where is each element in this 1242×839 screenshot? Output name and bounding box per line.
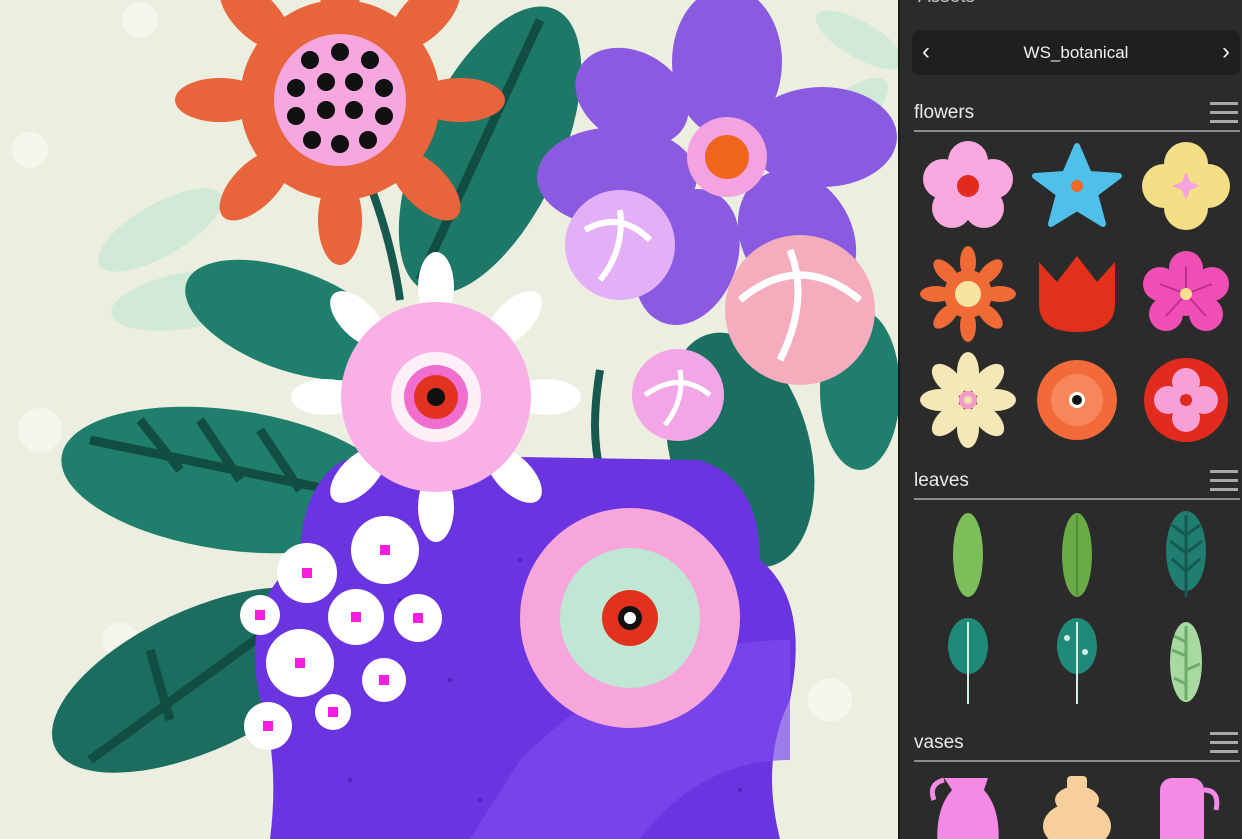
assets-panel: Assets ‹ WS_botanical › flowers <box>898 0 1242 839</box>
hamburger-icon[interactable] <box>1210 470 1238 492</box>
blue-star-flower-icon[interactable] <box>1027 136 1127 236</box>
light-green-leaf-icon[interactable] <box>918 505 1018 605</box>
fern-leaf-icon[interactable] <box>1136 612 1236 712</box>
orange-dahlia-icon[interactable] <box>1027 350 1127 450</box>
section-header-flowers[interactable]: flowers <box>914 96 1240 132</box>
green-leaf-icon[interactable] <box>1027 505 1127 605</box>
spotted-leaf-icon[interactable] <box>1027 612 1127 712</box>
library-navigator: ‹ WS_botanical › <box>912 30 1240 75</box>
yellow-clover-flower-icon[interactable] <box>1136 136 1236 236</box>
botanical-illustration <box>0 0 898 839</box>
section-header-leaves[interactable]: leaves <box>914 464 1240 500</box>
artwork-canvas[interactable] <box>0 0 898 839</box>
orange-daisy-icon[interactable] <box>918 244 1018 344</box>
teal-veined-leaf-icon[interactable] <box>1136 505 1236 605</box>
next-library-button[interactable]: › <box>1222 38 1230 66</box>
hamburger-icon[interactable] <box>1210 102 1238 124</box>
teal-stem-leaf-icon[interactable] <box>918 612 1018 712</box>
library-name: WS_botanical <box>1023 43 1129 62</box>
pink-handle-vase-icon[interactable] <box>1136 770 1236 839</box>
section-header-vases[interactable]: vases <box>914 726 1240 762</box>
red-tulip-icon[interactable] <box>1027 244 1127 344</box>
cream-daisy-icon[interactable] <box>918 350 1018 450</box>
section-title-flowers: flowers <box>914 102 975 123</box>
hamburger-icon[interactable] <box>1210 732 1238 754</box>
panel-title: Assets <box>918 0 975 8</box>
pink-flower-icon[interactable] <box>918 136 1018 236</box>
red-carnation-icon[interactable] <box>1136 350 1236 450</box>
magenta-flower-icon[interactable] <box>1136 244 1236 344</box>
peach-stacked-vase-icon[interactable] <box>1027 770 1127 839</box>
pink-jug-vase-icon[interactable] <box>918 770 1018 839</box>
section-title-leaves: leaves <box>914 470 969 491</box>
panel-header: Assets <box>900 0 1242 14</box>
section-title-vases: vases <box>914 732 964 753</box>
